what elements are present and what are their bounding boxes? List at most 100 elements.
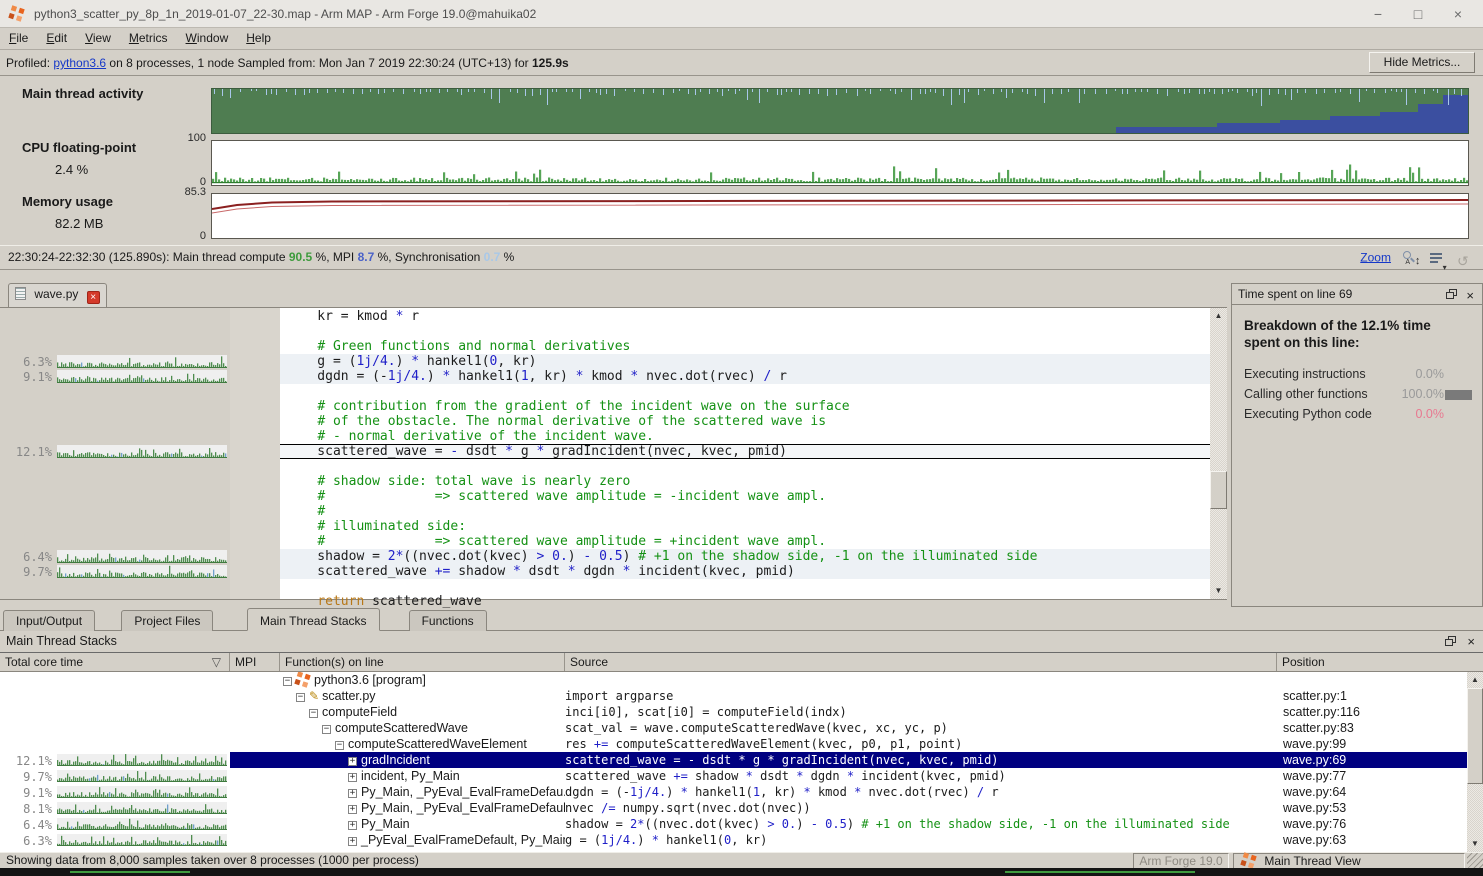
tab-close-icon[interactable]: ×	[87, 291, 100, 304]
scroll-up-icon[interactable]: ▲	[1210, 308, 1227, 324]
hide-metrics-button[interactable]: Hide Metrics...	[1369, 52, 1475, 73]
code-line-63[interactable]: 63 g = (1j/4.) * hankel1(0, kr)	[280, 354, 1210, 369]
bottom-tab-functions[interactable]: Functions	[409, 610, 487, 631]
stack-row-_PyEval_EvalFrameDefault[interactable]: 6.3%+_PyEval_EvalFrameDefault, Py_Maing …	[0, 832, 1467, 848]
executable-link[interactable]: python3.6	[53, 56, 106, 70]
collapse-icon[interactable]: −	[335, 741, 344, 750]
code-text: # contribution from the gradient of the …	[286, 399, 850, 414]
metrics-list-icon[interactable]: ▾	[1430, 250, 1446, 266]
collapse-icon[interactable]: −	[283, 677, 292, 686]
function-cell: −computeScatteredWave	[280, 720, 565, 736]
collapse-icon[interactable]: −	[309, 709, 318, 718]
stack-row-python3.6[interactable]: −python3.6 [program]	[0, 672, 1467, 688]
bottom-tab-project-files[interactable]: Project Files	[121, 610, 213, 631]
code-line-77[interactable]: 77 scattered_wave += shadow * dsdt * dgd…	[280, 564, 1210, 579]
code-area[interactable]: 60 kr = kmod * r6162 # Green functions a…	[280, 308, 1210, 599]
scroll-up-icon[interactable]: ▲	[1467, 672, 1483, 688]
function-name: gradIncident	[361, 753, 430, 767]
menu-item-edit[interactable]: Edit	[37, 28, 76, 50]
menu-item-metrics[interactable]: Metrics	[120, 28, 177, 50]
font-size-icon[interactable]: A ↕	[1402, 250, 1418, 266]
breakdown-value: 0.0%	[1416, 367, 1445, 381]
col-functions-on-line[interactable]: Function(s) on line	[280, 653, 565, 671]
stack-row-Py_Main[interactable]: 8.1%+Py_Main, _PyEval_EvalFrameDefaultnv…	[0, 800, 1467, 816]
editor-scrollbar[interactable]: ▲ ▼	[1210, 308, 1227, 599]
minimize-button-icon[interactable]: −	[1363, 4, 1393, 24]
menu-item-view[interactable]: View	[76, 28, 120, 50]
stack-row-computeField[interactable]: −computeFieldinci[i0], scat[i0] = comput…	[0, 704, 1467, 720]
table-scrollbar-thumb[interactable]	[1467, 688, 1483, 784]
total-core-time-cell: 9.7%	[0, 768, 230, 784]
main-thread-activity-chart[interactable]	[211, 88, 1469, 134]
expand-icon[interactable]: +	[348, 773, 357, 782]
float-panel-icon[interactable]	[1446, 289, 1458, 300]
col-position[interactable]: Position	[1277, 653, 1467, 671]
code-line-70[interactable]: 70	[280, 459, 1210, 474]
col-mpi[interactable]: MPI	[230, 653, 280, 671]
code-line-69[interactable]: 69 scattered_wave = - dsdt * g * gradInc…	[280, 444, 1210, 459]
menu-item-file[interactable]: File	[0, 28, 37, 50]
code-line-71[interactable]: 71 # shadow side: total wave is nearly z…	[280, 474, 1210, 489]
metrics-panel: Main thread activity CPU floating-point …	[0, 76, 1483, 245]
code-line-60[interactable]: 60 kr = kmod * r	[280, 309, 1210, 324]
col-source[interactable]: Source	[565, 653, 1277, 671]
resize-grip[interactable]	[1467, 853, 1483, 869]
expand-icon[interactable]: +	[348, 805, 357, 814]
sort-indicator-icon[interactable]: ▽	[212, 653, 221, 671]
menu-item-window[interactable]: Window	[177, 28, 238, 50]
scroll-down-icon[interactable]: ▼	[1467, 836, 1483, 852]
collapse-icon[interactable]: −	[296, 693, 305, 702]
editor-tab-wave-py[interactable]: wave.py ×	[8, 283, 107, 307]
code-line-73[interactable]: 73 #	[280, 504, 1210, 519]
code-line-61[interactable]: 61	[280, 324, 1210, 339]
code-line-62[interactable]: 62 # Green functions and normal derivati…	[280, 339, 1210, 354]
editor-scrollbar-thumb[interactable]	[1210, 471, 1227, 509]
stack-row-gradIncident[interactable]: 12.1%+gradIncidentscattered_wave = - dsd…	[0, 752, 1467, 768]
cpu-floating-point-value: 2.4 %	[55, 162, 88, 177]
expand-icon[interactable]: +	[348, 789, 357, 798]
zoom-link[interactable]: Zoom	[1360, 250, 1391, 264]
expand-icon[interactable]: +	[348, 821, 357, 830]
bottom-tab-bar: Input/Output Project Files Main Thread Sta…	[0, 608, 1483, 631]
code-line-64[interactable]: 64 dgdn = (-1j/4.) * hankel1(1, kr) * km…	[280, 369, 1210, 384]
code-line-74[interactable]: 74 # illuminated side:	[280, 519, 1210, 534]
panel-close-icon[interactable]: ×	[1467, 636, 1475, 647]
code-line-78[interactable]: 78	[280, 579, 1210, 594]
col-total-core-time[interactable]: Total core time▽	[0, 653, 230, 671]
profile-summary-text: Profiled: python3.6 on 8 processes, 1 no…	[6, 56, 569, 70]
code-line-65[interactable]: 65	[280, 384, 1210, 399]
memory-usage-chart[interactable]	[211, 193, 1469, 239]
bottom-tab-input-output[interactable]: Input/Output	[3, 610, 95, 631]
stack-row-Py_Main[interactable]: 9.1%+Py_Main, _PyEval_EvalFrameDefau...d…	[0, 784, 1467, 800]
expand-icon[interactable]: +	[348, 757, 357, 766]
reset-icon[interactable]: ↺	[1457, 250, 1473, 266]
stack-row-incident[interactable]: 9.7%+incident, Py_Mainscattered_wave += …	[0, 768, 1467, 784]
code-line-66[interactable]: 66 # contribution from the gradient of t…	[280, 399, 1210, 414]
stack-row-computeScatteredWaveElement[interactable]: −computeScatteredWaveElementres += compu…	[0, 736, 1467, 752]
stack-row-Py_Main[interactable]: 6.4%+Py_Mainshadow = 2*((nvec.dot(kvec) …	[0, 816, 1467, 832]
breakdown-item: Calling other functions100.0%	[1244, 387, 1472, 403]
float-panel-icon[interactable]	[1445, 636, 1457, 647]
total-core-time-cell: 12.1%	[0, 752, 230, 768]
code-line-76[interactable]: 76 shadow = 2*((nvec.dot(kvec) > 0.) - 0…	[280, 549, 1210, 564]
code-line-72[interactable]: 72 # => scattered wave amplitude = -inci…	[280, 489, 1210, 504]
code-line-79[interactable]: 79 return scattered_wave	[280, 594, 1210, 609]
table-scrollbar[interactable]: ▲ ▼	[1467, 672, 1483, 852]
code-line-67[interactable]: 67 # of the obstacle. The normal derivat…	[280, 414, 1210, 429]
expand-icon[interactable]: +	[348, 837, 357, 846]
panel-close-icon[interactable]: ×	[1466, 290, 1474, 301]
cpu-floating-point-chart[interactable]	[211, 140, 1469, 186]
stacks-table-header: Total core time▽ MPI Function(s) on line…	[0, 652, 1483, 672]
code-line-75[interactable]: 75 # => scattered wave amplitude = +inci…	[280, 534, 1210, 549]
menu-item-help[interactable]: Help	[237, 28, 280, 50]
source-cell: import argparse	[565, 688, 1277, 704]
stack-row-computeScatteredWave[interactable]: −computeScatteredWavescat_val = wave.com…	[0, 720, 1467, 736]
arm-forge-icon	[8, 5, 24, 21]
stack-row-scatter.py[interactable]: −✎scatter.pyimport argparsescatter.py:1	[0, 688, 1467, 704]
scroll-down-icon[interactable]: ▼	[1210, 583, 1227, 599]
maximize-button-icon[interactable]: □	[1403, 4, 1433, 24]
bottom-tab-main-thread-stacks[interactable]: Main Thread Stacks	[247, 608, 380, 631]
code-line-68[interactable]: 68 # - normal derivative of the incident…	[280, 429, 1210, 444]
close-button-icon[interactable]: ×	[1443, 4, 1473, 24]
collapse-icon[interactable]: −	[322, 725, 331, 734]
